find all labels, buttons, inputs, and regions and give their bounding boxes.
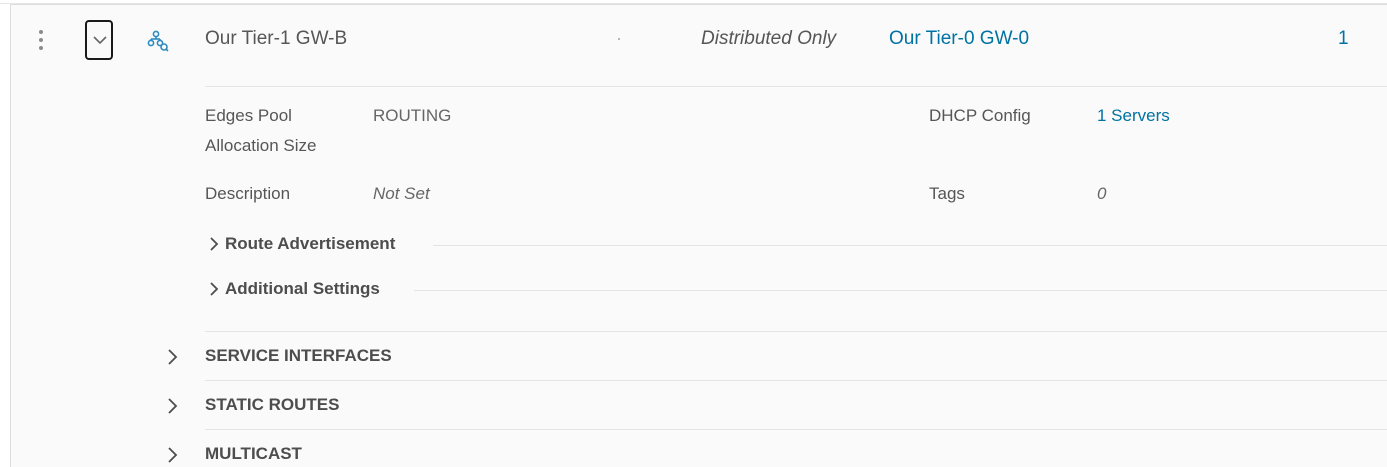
divider: [205, 331, 1387, 332]
divider: [205, 86, 1387, 87]
divider: [205, 429, 1387, 430]
row-actions-menu-icon[interactable]: [33, 28, 49, 52]
linked-tier0-link[interactable]: Our Tier-0 GW-0: [889, 28, 1029, 50]
edges-pool-value: ROUTING: [373, 106, 452, 125]
static-routes-expand-icon[interactable]: [168, 398, 180, 414]
chevron-down-icon: [93, 36, 107, 45]
divider: [433, 245, 1387, 246]
ha-mode-value: Distributed Only: [701, 28, 837, 49]
tags-label: Tags: [929, 184, 965, 203]
separator-dot: [618, 38, 620, 40]
service-interfaces-expand-icon[interactable]: [168, 349, 180, 365]
count-link[interactable]: 1: [1338, 28, 1349, 50]
gateway-name: Our Tier-1 GW-B: [205, 28, 348, 49]
multicast-label[interactable]: MULTICAST: [205, 444, 302, 464]
edges-pool-label: Edges Pool: [205, 106, 292, 125]
tags-value: 0: [1097, 184, 1107, 203]
route-advertisement-toggle[interactable]: Route Advertisement: [210, 234, 395, 254]
additional-settings-toggle[interactable]: Additional Settings: [210, 279, 380, 299]
service-interfaces-label[interactable]: SERVICE INTERFACES: [205, 346, 392, 366]
tier1-gateway-icon: [147, 30, 169, 52]
divider: [205, 380, 1387, 381]
chevron-right-icon: [210, 282, 219, 296]
additional-settings-label: Additional Settings: [225, 279, 380, 298]
description-value: Not Set: [373, 184, 430, 203]
dhcp-config-label: DHCP Config: [929, 106, 1031, 125]
dhcp-servers-link[interactable]: 1 Servers: [1097, 106, 1170, 126]
chevron-right-icon: [210, 237, 219, 251]
allocation-size-label: Allocation Size: [205, 136, 317, 155]
collapse-row-button[interactable]: [85, 20, 113, 60]
route-advertisement-label: Route Advertisement: [225, 234, 396, 253]
static-routes-label[interactable]: STATIC ROUTES: [205, 395, 339, 415]
divider: [414, 290, 1387, 291]
multicast-expand-icon[interactable]: [168, 447, 180, 463]
description-label: Description: [205, 184, 291, 203]
